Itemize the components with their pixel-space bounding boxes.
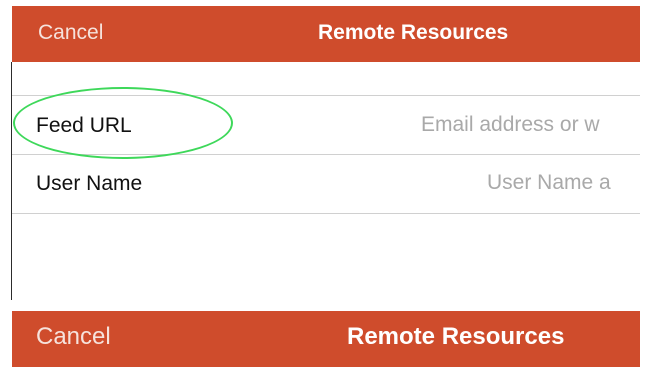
feed-url-row[interactable]: Feed URL: [12, 96, 640, 154]
user-name-label: User Name: [36, 172, 143, 195]
cancel-button[interactable]: Cancel: [38, 21, 103, 45]
feed-url-label: Feed URL: [36, 114, 132, 137]
user-name-input[interactable]: [487, 166, 640, 200]
page-title: Remote Resources: [318, 21, 509, 44]
feed-url-input[interactable]: [421, 108, 640, 142]
form-content: Feed URL User Name: [12, 62, 640, 300]
top-navigation-bar: Cancel Remote Resources: [12, 6, 640, 62]
user-name-row[interactable]: User Name: [12, 155, 640, 213]
divider: [12, 213, 640, 214]
page-title: Remote Resources: [347, 323, 565, 350]
cancel-button[interactable]: Cancel: [36, 323, 111, 351]
bottom-navigation-bar: Cancel Remote Resources: [12, 311, 640, 367]
